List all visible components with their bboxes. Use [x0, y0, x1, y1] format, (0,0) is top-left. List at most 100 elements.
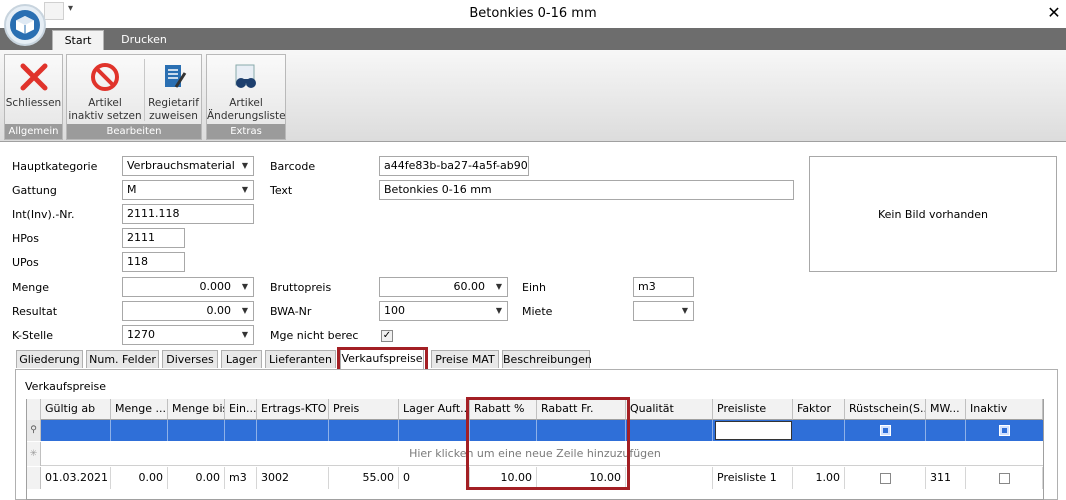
schliessen-button[interactable]: Schliessen: [5, 55, 62, 125]
inaktiv-checkbox[interactable]: [998, 472, 1010, 484]
column-header[interactable]: Lager Auft...: [399, 399, 470, 420]
resultat-field[interactable]: 0.00 ▼: [122, 301, 254, 321]
column-header[interactable]: Ein...: [225, 399, 257, 420]
app-logo-icon[interactable]: [4, 4, 46, 46]
mge-nicht-berec-label: Mge nicht berec: [270, 329, 359, 342]
column-header[interactable]: Faktor: [793, 399, 845, 420]
ribbon-tab-drucken[interactable]: Drucken: [112, 30, 176, 50]
tab-preise-mat[interactable]: Preise MAT: [431, 350, 499, 368]
filter-cell[interactable]: [626, 420, 713, 441]
regietarif-zuweisen-button[interactable]: Regietarif zuweisen: [145, 55, 202, 125]
filter-cell[interactable]: [111, 420, 168, 441]
filter-cell[interactable]: [329, 420, 399, 441]
chevron-down-icon[interactable]: ▼: [237, 326, 253, 344]
cell-gueltig-ab[interactable]: 01.03.2021: [41, 467, 111, 489]
cell-ertrags-kto[interactable]: 3002: [257, 467, 329, 489]
menge-label: Menge: [12, 281, 49, 294]
bwa-nr-select[interactable]: 100 ▼: [379, 301, 508, 321]
filter-cell[interactable]: [257, 420, 329, 441]
filter-cell[interactable]: [470, 420, 537, 441]
tab-diverses[interactable]: Diverses: [162, 350, 218, 368]
row-indicator[interactable]: [27, 467, 41, 489]
grid-caption: Verkaufspreise: [25, 380, 107, 393]
column-header[interactable]: Rüstschein(S...: [845, 399, 926, 420]
cell-rabatt-pct[interactable]: 10.00: [470, 467, 537, 489]
preisliste-filter-input[interactable]: [715, 421, 792, 440]
cell-ruestschein[interactable]: [845, 467, 926, 489]
tab-verkaufspreise[interactable]: Verkaufspreise: [340, 348, 424, 369]
column-header[interactable]: Gültig ab: [41, 399, 111, 420]
bwa-nr-value: 100: [384, 304, 405, 317]
mge-nicht-berec-checkbox[interactable]: ✓: [381, 330, 393, 342]
header-indicator: [27, 399, 41, 420]
menge-value: 0.000: [199, 280, 232, 293]
hauptkategorie-select[interactable]: Verbrauchsmaterial ▼: [122, 156, 254, 176]
miete-label: Miete: [522, 305, 553, 318]
artikel-aenderungsliste-button[interactable]: Artikel Änderungsliste: [207, 55, 286, 125]
column-header[interactable]: Inaktiv: [966, 399, 1043, 420]
column-header[interactable]: Menge ...: [111, 399, 168, 420]
bruttopreis-field[interactable]: 60.00 ▼: [379, 277, 508, 297]
ruestschein-checkbox[interactable]: [879, 472, 891, 484]
tab-lieferanten[interactable]: Lieferanten: [265, 350, 336, 368]
filter-cell[interactable]: [926, 420, 966, 441]
cell-preis[interactable]: 55.00: [329, 467, 399, 489]
artikel-inaktiv-setzen-button[interactable]: Artikel inaktiv setzen: [67, 55, 143, 125]
chevron-down-icon[interactable]: ▼: [677, 302, 693, 320]
cell-rabatt-fr[interactable]: 10.00: [537, 467, 626, 489]
cell-mw[interactable]: 311: [926, 467, 966, 489]
chevron-down-icon[interactable]: ▼: [491, 278, 507, 296]
schliessen-label: Schliessen: [5, 97, 62, 109]
filter-cell[interactable]: [537, 420, 626, 441]
cell-preisliste[interactable]: Preisliste 1: [713, 467, 793, 489]
gattung-select[interactable]: M ▼: [122, 180, 254, 200]
upos-field[interactable]: 118: [122, 252, 185, 272]
ribbon-group-caption: Bearbeiten: [67, 124, 201, 139]
ribbon-tab-start[interactable]: Start: [52, 30, 104, 51]
hauptkategorie-value: Verbrauchsmaterial: [127, 159, 235, 172]
cell-menge-bis[interactable]: 0.00: [168, 467, 225, 489]
column-header[interactable]: Rabatt Fr.: [537, 399, 626, 420]
int-nr-field[interactable]: 2111.118: [122, 204, 254, 224]
cell-qualitaet[interactable]: [626, 467, 713, 489]
tab-num-felder[interactable]: Num. Felder: [86, 350, 159, 368]
filter-cell[interactable]: [225, 420, 257, 441]
column-header[interactable]: MW...: [926, 399, 966, 420]
tab-beschreibungen[interactable]: Beschreibungen: [502, 350, 592, 368]
chevron-down-icon[interactable]: ▼: [237, 278, 253, 296]
einh-field[interactable]: m3: [633, 277, 694, 297]
text-field[interactable]: Betonkies 0-16 mm: [379, 180, 794, 200]
cell-menge-von[interactable]: 0.00: [111, 467, 168, 489]
inaktiv-filter-checkbox[interactable]: [999, 425, 1010, 436]
new-row-hint[interactable]: Hier klicken um eine neue Zeile hinzuzuf…: [27, 442, 1043, 466]
ribbon-group-bearbeiten: Artikel inaktiv setzen Regietarif zuweis…: [66, 54, 202, 140]
barcode-field[interactable]: a44fe83b-ba27-4a5f-ab90-33: [379, 156, 529, 176]
column-header[interactable]: Preis: [329, 399, 399, 420]
filter-cell[interactable]: [41, 420, 111, 441]
chevron-down-icon[interactable]: ▼: [491, 302, 507, 320]
chevron-down-icon[interactable]: ▼: [237, 157, 253, 175]
chevron-down-icon[interactable]: ▼: [237, 181, 253, 199]
cell-faktor[interactable]: 1.00: [793, 467, 845, 489]
miete-select[interactable]: ▼: [633, 301, 694, 321]
filter-cell[interactable]: [168, 420, 225, 441]
kstelle-select[interactable]: 1270 ▼: [122, 325, 254, 345]
column-header[interactable]: Rabatt %: [470, 399, 537, 420]
cell-inaktiv[interactable]: [966, 467, 1043, 489]
column-header[interactable]: Qualität: [626, 399, 713, 420]
column-header[interactable]: Menge bis: [168, 399, 225, 420]
tab-gliederung[interactable]: Gliederung: [16, 350, 83, 368]
regietarif-label: Regietarif zuweisen: [148, 97, 199, 122]
filter-cell[interactable]: [793, 420, 845, 441]
cell-lager-auftrag[interactable]: 0: [399, 467, 470, 489]
window-close-button[interactable]: ✕: [1044, 3, 1064, 23]
cell-einheit[interactable]: m3: [225, 467, 257, 489]
column-header[interactable]: Ertrags-KTO: [257, 399, 329, 420]
filter-cell[interactable]: [399, 420, 470, 441]
chevron-down-icon[interactable]: ▼: [237, 302, 253, 320]
ruestschein-filter-checkbox[interactable]: [880, 425, 891, 436]
column-header[interactable]: Preisliste: [713, 399, 793, 420]
tab-lager[interactable]: Lager: [221, 350, 262, 368]
hpos-field[interactable]: 2111: [122, 228, 185, 248]
menge-field[interactable]: 0.000 ▼: [122, 277, 254, 297]
